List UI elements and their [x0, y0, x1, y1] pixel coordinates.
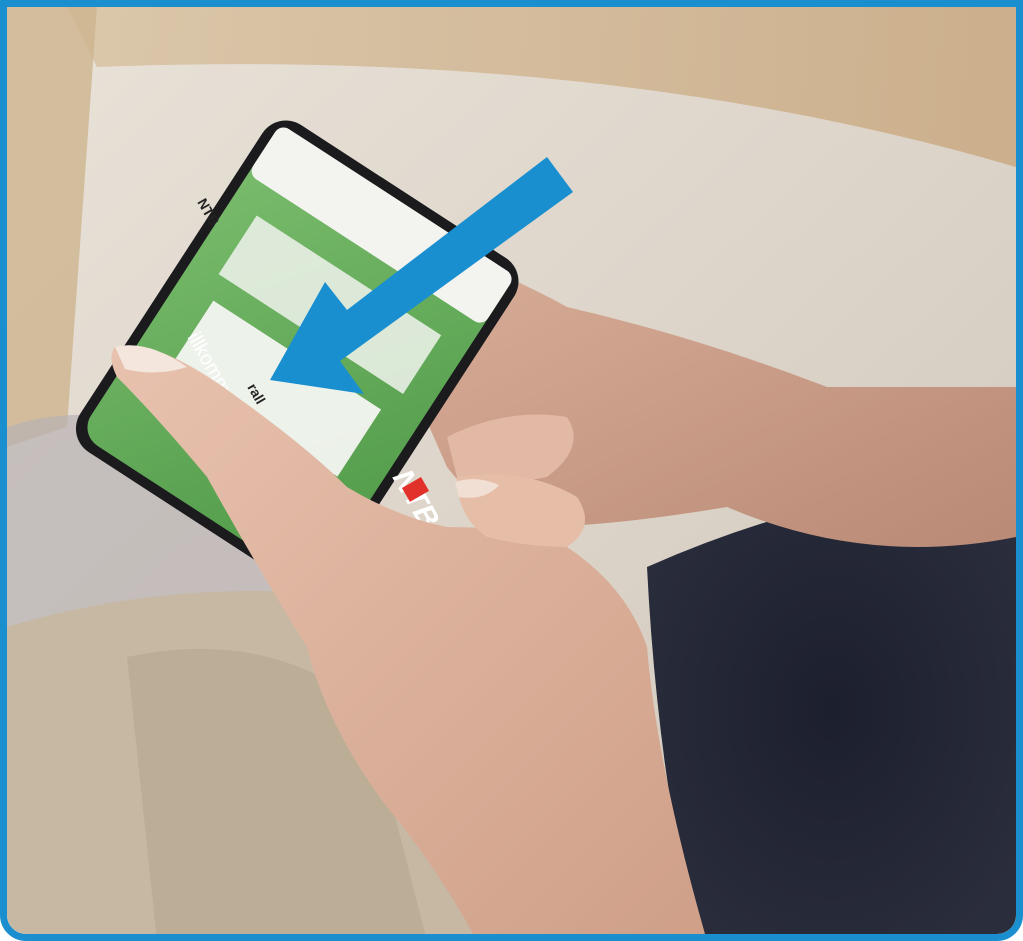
- photo: NTB illkommen rall NTB: [7, 7, 1016, 934]
- image-frame: NTB illkommen rall NTB: [0, 0, 1023, 941]
